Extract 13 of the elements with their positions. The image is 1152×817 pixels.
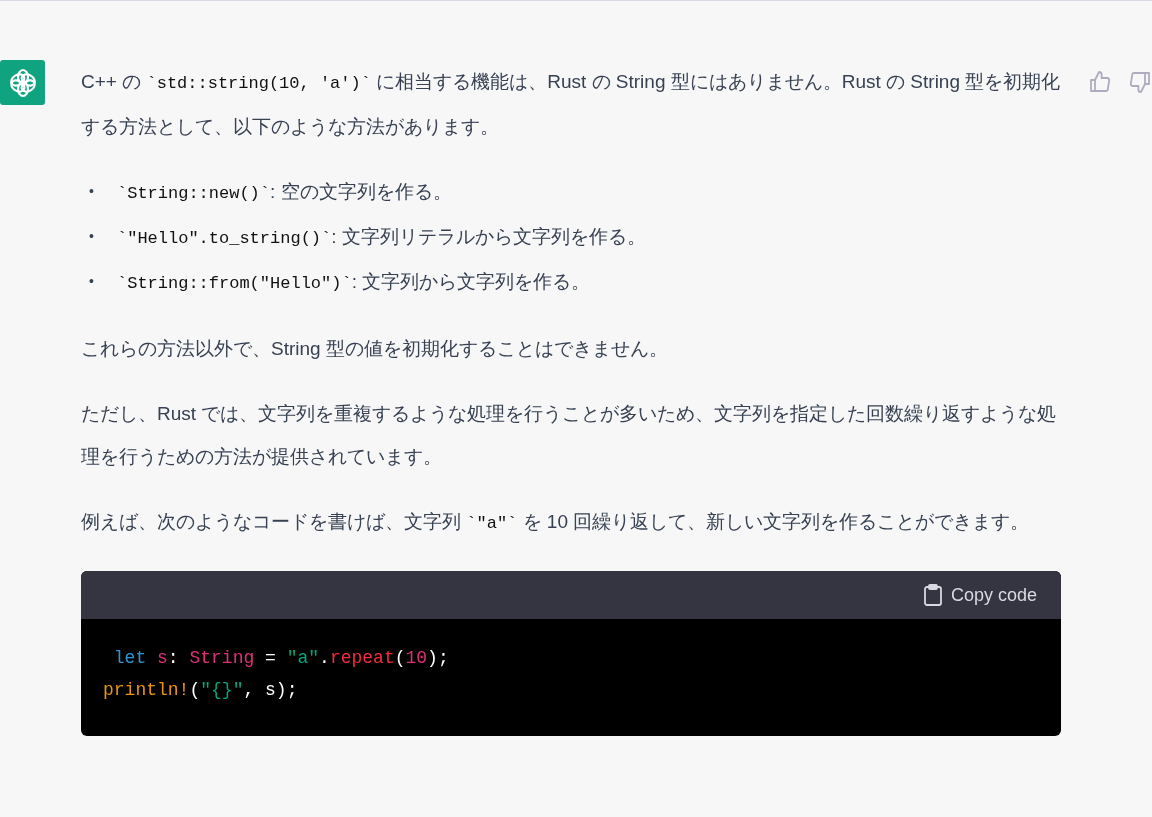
bullet-marker: • [89,182,95,201]
list-item: `String::from("Hello")`: 文字列から文字列を作る。 [117,271,591,292]
clipboard-icon [922,584,943,606]
code-text: let s: String = "a".repeat(10); println!("{}", s); [102,647,450,702]
bullet-marker: • [89,272,95,291]
paragraph: これらの方法以外で、String 型の値を初期化することはできません。 [81,337,669,361]
paragraph: ただし、Rust では、文字列を重複するような処理を行うことが多いため、文字列を指定した回数繰り返すような処理を行うための方法が提供されています。 [81,402,1058,469]
paragraph: C++ の `std::string(10, 'a')` に相当する機能は、Rust の String 型にはありません。Rust の String 型を初期化する方法として、以下のような方法があります。 [81,70,1061,139]
list-item: `"Hello".to_string()`: 文字列リテラルから文字列を作る。 [117,226,646,247]
paragraph: 例えば、次のようなコードを書けば、文字列 `"a"` を 10 回繰り返して、新しい文字列を作ることができます。 [81,510,1031,535]
copy-code-button[interactable]: Copy code [922,581,1037,609]
list-item: `String::new()`: 空の文字列を作る。 [117,181,452,202]
bullet-marker: • [89,227,95,246]
